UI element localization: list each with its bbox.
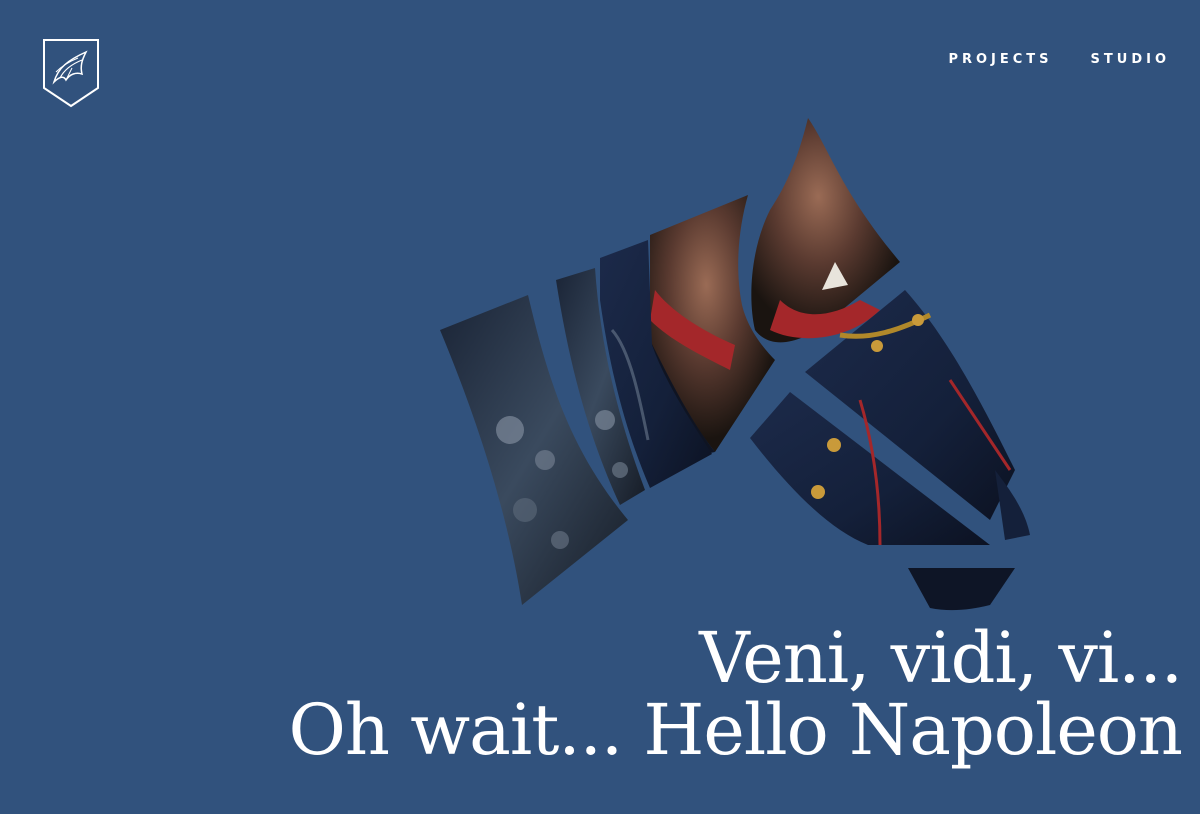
- headline-line-1: Veni, vidi, vi...: [699, 617, 1183, 699]
- headline-line-2: Oh wait... Hello Napoleon: [288, 689, 1183, 771]
- hero-headline: Veni, vidi, vi... Oh wait... Hello Napol…: [288, 617, 1183, 771]
